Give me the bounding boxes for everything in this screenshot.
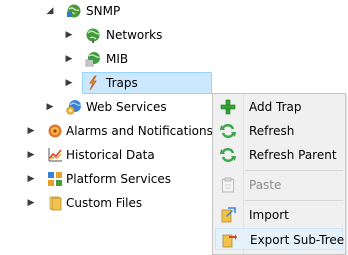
tree-item-label: Traps	[106, 76, 138, 90]
tree-item-platform-services[interactable]: ▶ Platform Services	[0, 168, 212, 190]
tree-item-historical-data[interactable]: ▶ Historical Data	[0, 144, 212, 166]
context-menu: Add Trap Refresh Refresh Parent Paste Im…	[212, 93, 346, 255]
tree-item-label: Platform Services	[66, 172, 172, 186]
import-icon	[221, 207, 236, 223]
expand-arrow-icon[interactable]: ▶	[45, 102, 55, 112]
menu-item-label: Export Sub-Tree	[250, 233, 345, 247]
expand-arrow-icon[interactable]: ▶	[64, 54, 74, 64]
menu-item-label: Import	[249, 208, 289, 222]
globe-icon	[86, 28, 100, 43]
plus-icon	[220, 99, 236, 115]
clipboard-icon	[222, 177, 234, 193]
tree-item-custom-files[interactable]: ▶ Custom Files	[0, 192, 212, 214]
mib-globe-icon	[85, 52, 101, 67]
expand-arrow-icon[interactable]: ▶	[64, 30, 74, 40]
alarm-icon	[48, 124, 62, 138]
tree-item-traps[interactable]: ▶ Traps	[0, 72, 212, 94]
menu-separator	[245, 170, 343, 171]
menu-separator	[245, 200, 343, 201]
tree-item-label: SNMP	[86, 4, 121, 18]
expand-arrow-icon[interactable]: ▶	[26, 198, 36, 208]
tree-item-label: Web Services	[86, 100, 167, 114]
menu-item-import[interactable]: Import	[215, 204, 343, 226]
export-icon	[222, 234, 237, 248]
expand-arrow-icon[interactable]: ▶	[26, 174, 36, 184]
menu-item-refresh[interactable]: Refresh	[215, 120, 343, 142]
menu-item-add-trap[interactable]: Add Trap	[215, 96, 343, 118]
expand-arrow-icon[interactable]: ▶	[64, 78, 74, 88]
chart-icon	[48, 148, 62, 162]
web-services-icon	[66, 100, 82, 115]
tree-item-label: Historical Data	[66, 148, 155, 162]
tree-item-label: Custom Files	[66, 196, 143, 210]
tree-item-networks[interactable]: ▶ Networks	[0, 24, 212, 46]
collapse-arrow-icon[interactable]: ◢	[45, 6, 55, 16]
menu-item-export-subtree[interactable]: Export Sub-Tree	[215, 228, 345, 250]
tree-item-web-services[interactable]: ▶ Web Services	[0, 96, 212, 118]
menu-item-label: Add Trap	[249, 100, 302, 114]
tree-item-alarms[interactable]: ▶ Alarms and Notifications	[0, 120, 213, 142]
expand-arrow-icon[interactable]: ▶	[26, 150, 36, 160]
files-icon	[49, 196, 62, 211]
platform-icon	[48, 172, 62, 186]
tree-item-label: Networks	[106, 28, 163, 42]
snmp-globe-icon	[67, 4, 81, 18]
tree-item-label: Alarms and Notifications	[66, 124, 213, 138]
tree-item-mib[interactable]: ▶ MIB	[0, 48, 212, 70]
menu-item-label: Refresh	[249, 124, 295, 138]
menu-item-label: Paste	[249, 178, 282, 192]
tree-item-snmp[interactable]: ◢ SNMP	[0, 0, 212, 22]
menu-item-label: Refresh Parent	[249, 148, 337, 162]
lightning-icon	[89, 75, 97, 91]
menu-item-paste[interactable]: Paste	[215, 174, 343, 196]
expand-arrow-icon[interactable]: ▶	[26, 126, 36, 136]
menu-item-refresh-parent[interactable]: Refresh Parent	[215, 144, 343, 166]
refresh-icon	[220, 124, 236, 138]
tree-item-label: MIB	[106, 52, 129, 66]
refresh-icon	[220, 148, 236, 162]
